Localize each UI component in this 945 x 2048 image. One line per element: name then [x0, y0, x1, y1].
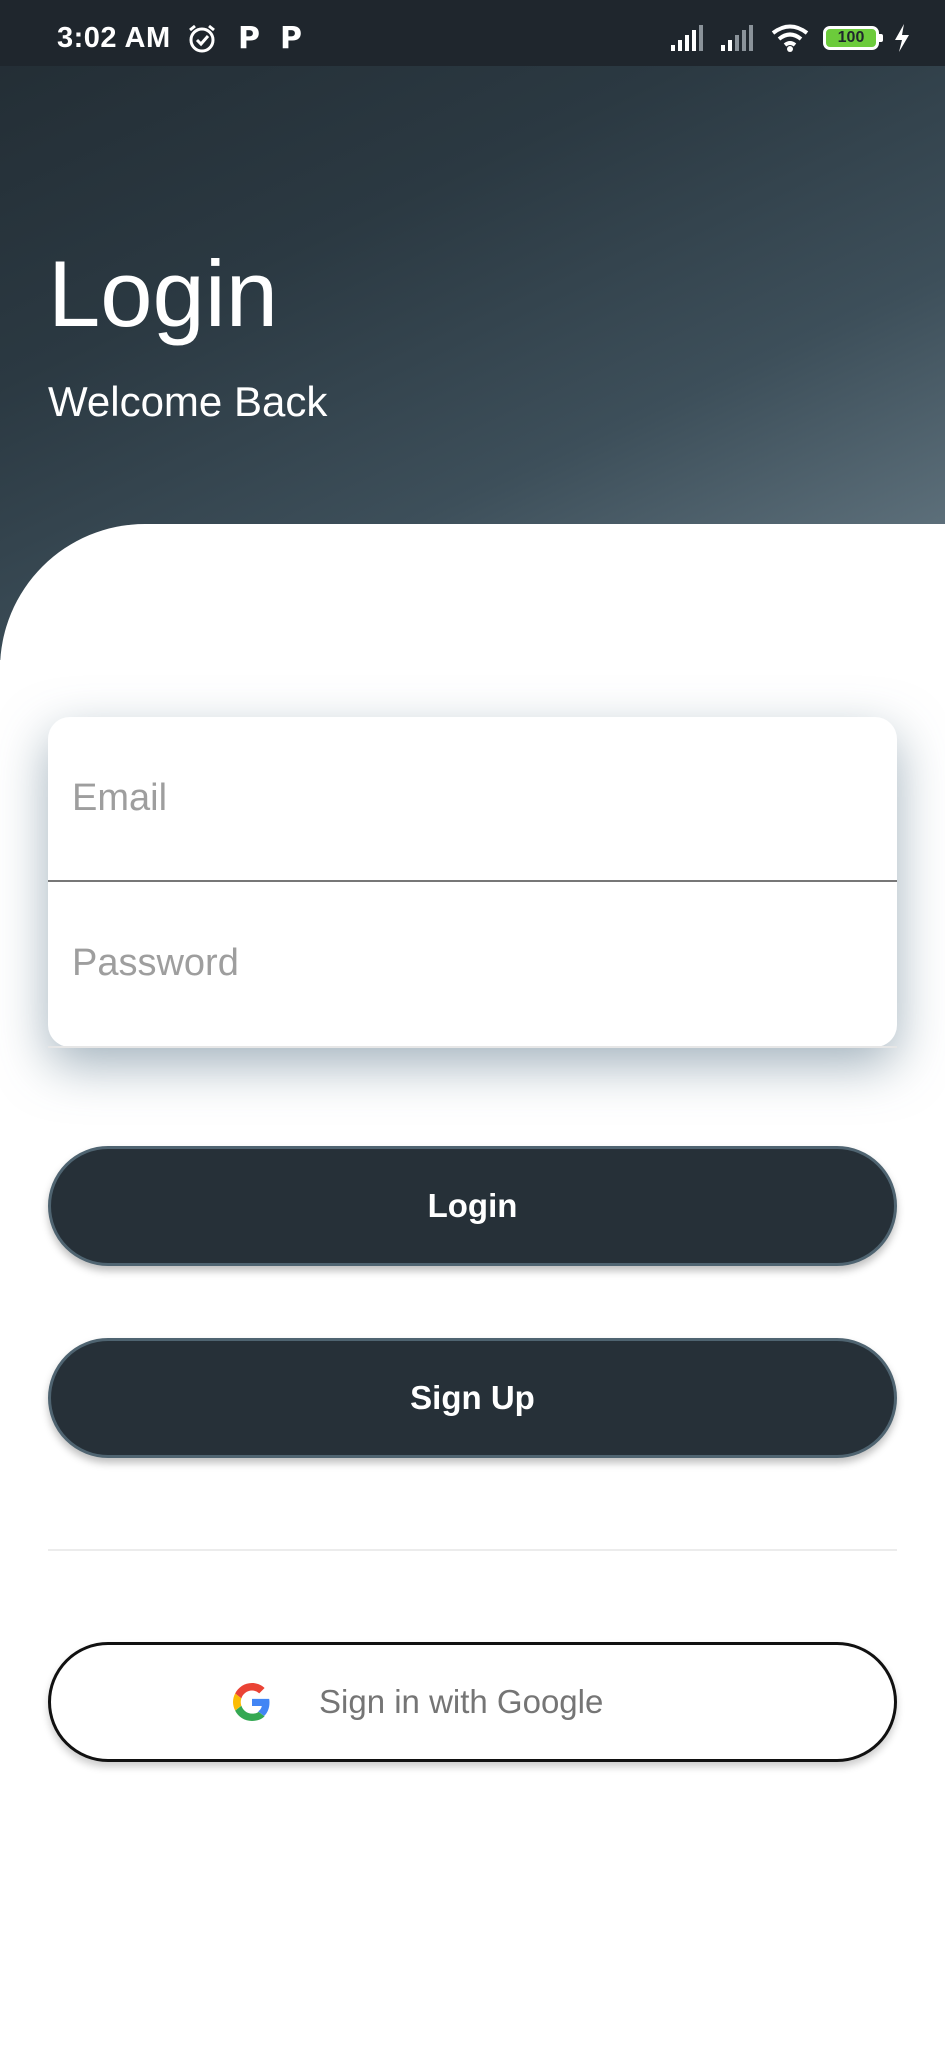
wifi-icon	[771, 24, 809, 52]
charging-icon	[895, 24, 909, 52]
signal-icon	[721, 25, 753, 51]
status-bar: 3:02 AM P P 100	[0, 0, 945, 66]
google-signin-label: Sign in with Google	[319, 1683, 604, 1720]
google-signin-button[interactable]: Sign in with Google	[48, 1642, 897, 1762]
divider	[48, 1549, 897, 1551]
page-subtitle: Welcome Back	[48, 378, 328, 425]
status-left-icons: P P	[186, 23, 302, 55]
login-button[interactable]: Login	[48, 1146, 897, 1266]
status-right-icons: 100	[671, 24, 911, 52]
status-time: 3:02 AM	[57, 22, 171, 54]
signup-button[interactable]: Sign Up	[48, 1338, 897, 1458]
password-underline	[48, 1046, 897, 1048]
password-field[interactable]	[48, 882, 897, 1045]
email-field[interactable]	[48, 717, 897, 882]
page-title: Login	[48, 241, 278, 346]
alarm-icon	[189, 24, 215, 53]
login-form-card	[48, 717, 897, 1047]
parking-icon: P	[238, 21, 260, 56]
google-icon	[233, 1683, 270, 1721]
parking-icon: P	[280, 21, 302, 56]
battery-icon: 100	[823, 26, 883, 50]
signal-icon	[671, 25, 703, 51]
